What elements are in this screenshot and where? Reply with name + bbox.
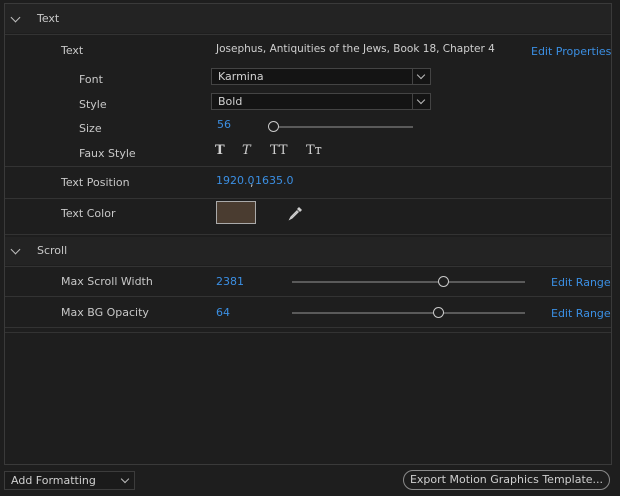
all-caps-button[interactable]: TT	[270, 143, 288, 158]
max-scroll-width-label: Max Scroll Width	[61, 275, 153, 288]
edit-properties-link[interactable]: Edit Properties	[531, 45, 611, 58]
text-color-label: Text Color	[61, 207, 116, 220]
max-bg-opacity-slider-track[interactable]	[292, 312, 525, 314]
max-scroll-width-value[interactable]: 2381	[216, 275, 244, 288]
size-value[interactable]: 56	[217, 118, 231, 131]
edit-range-link[interactable]: Edit Range	[551, 276, 611, 289]
text-position-label: Text Position	[61, 176, 130, 189]
scroll-section-header[interactable]: Scroll	[5, 237, 611, 265]
text-position-separator: ,	[250, 176, 254, 189]
chevron-down-icon	[412, 94, 430, 109]
chevron-down-icon[interactable]	[10, 12, 21, 23]
small-caps-button[interactable]: Tт	[306, 143, 322, 158]
edit-range-link[interactable]: Edit Range	[551, 307, 611, 320]
text-position-y[interactable]: 1635.0	[255, 174, 294, 187]
faux-style-label: Faux Style	[79, 147, 136, 160]
eyedropper-icon[interactable]	[288, 205, 304, 221]
font-dropdown[interactable]: Karmina	[211, 68, 431, 85]
max-bg-opacity-value[interactable]: 64	[216, 306, 230, 319]
text-position-x[interactable]: 1920.0	[216, 174, 255, 187]
size-slider-handle[interactable]	[268, 121, 279, 132]
text-label: Text	[61, 44, 84, 57]
chevron-down-icon[interactable]	[10, 244, 21, 255]
max-bg-opacity-slider-handle[interactable]	[433, 307, 445, 318]
add-formatting-dropdown[interactable]: Add Formatting	[4, 471, 135, 490]
add-formatting-label: Add Formatting	[11, 474, 96, 487]
style-dropdown[interactable]: Bold	[211, 93, 431, 110]
size-label: Size	[79, 122, 102, 135]
text-value[interactable]: Josephus, Antiquities of the Jews, Book …	[216, 43, 495, 55]
faux-italic-button[interactable]: T	[242, 143, 251, 158]
style-label: Style	[79, 98, 107, 111]
max-scroll-width-slider-handle[interactable]	[437, 276, 449, 287]
text-section-title: Text	[37, 12, 60, 25]
chevron-down-icon	[412, 69, 430, 84]
export-motion-graphics-template-button[interactable]: Export Motion Graphics Template...	[403, 470, 610, 490]
max-scroll-width-slider-track[interactable]	[292, 281, 525, 283]
chevron-down-icon	[120, 474, 130, 484]
text-section-header[interactable]: Text	[5, 4, 611, 33]
faux-bold-button[interactable]: T	[215, 143, 225, 158]
scroll-section-title: Scroll	[37, 244, 68, 257]
font-value: Karmina	[218, 70, 264, 83]
text-color-swatch[interactable]	[216, 201, 256, 224]
style-value: Bold	[218, 95, 243, 108]
font-label: Font	[79, 73, 103, 86]
essential-graphics-panel: Text Text Josephus, Antiquities of the J…	[4, 3, 612, 465]
max-bg-opacity-label: Max BG Opacity	[61, 306, 149, 319]
size-slider-track[interactable]	[273, 126, 413, 128]
